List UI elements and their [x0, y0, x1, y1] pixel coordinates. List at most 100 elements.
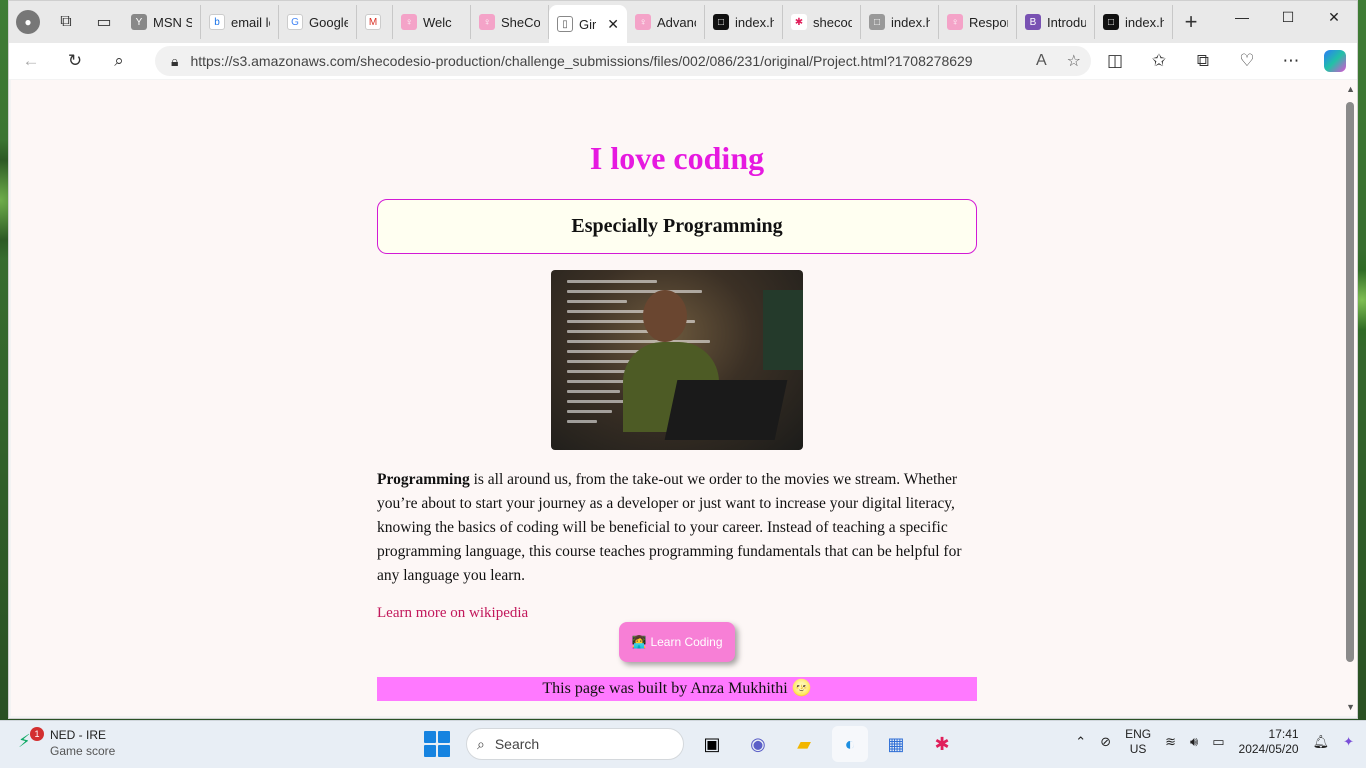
profile-icon: ● [16, 10, 40, 34]
learn-coding-button[interactable]: 👩‍💻 Learn Coding [619, 622, 735, 662]
tab-bootstrap[interactable]: B Introduc [1017, 5, 1095, 39]
scroll-thumb[interactable] [1346, 102, 1354, 662]
tab-label: email lo [231, 14, 270, 30]
tab-actions-button[interactable]: ▭ [85, 1, 123, 43]
language-indicator[interactable]: ENG US [1125, 727, 1151, 757]
task-view-icon: ▣ [703, 733, 721, 754]
close-window-button[interactable]: ✕ [1311, 1, 1357, 33]
tab-label: Introduc [1047, 14, 1086, 30]
workspaces-icon: ⧉ [60, 13, 72, 30]
tab-index-1[interactable]: □ index.ht [705, 5, 783, 39]
maximize-button[interactable]: ☐ [1265, 1, 1311, 33]
tab-label: Advance [657, 14, 696, 30]
workspaces-button[interactable]: ⧉ [47, 1, 85, 43]
start-button[interactable] [424, 731, 450, 757]
more-menu-button[interactable]: ⋯ [1269, 43, 1313, 79]
subtitle-box: Especially Programming [377, 199, 977, 254]
address-bar[interactable]: 🔒︎ https://s3.amazonaws.com/shecodesio-p… [155, 46, 1091, 76]
copilot-taskbar-icon[interactable]: ✦ [1343, 734, 1354, 750]
wikipedia-link[interactable]: Learn more on wikipedia [377, 605, 528, 622]
chat-icon: ◉ [750, 733, 766, 754]
task-view-button[interactable]: ▣ [694, 726, 730, 762]
tab-index-2[interactable]: □ index.ht [861, 5, 939, 39]
tab-label: SheCod [501, 14, 540, 30]
scroll-down-icon[interactable]: ▼ [1346, 702, 1355, 712]
read-aloud-icon[interactable]: A [1036, 52, 1047, 70]
tab-label: Respons [969, 14, 1008, 30]
cricket-score-icon: ⚡ 1 [18, 727, 44, 755]
tab-shecodes[interactable]: ♀ SheCod [471, 5, 549, 39]
tab-welcome[interactable]: ♀ Welc [393, 5, 471, 39]
no-location-icon[interactable]: ⊘ [1100, 734, 1111, 750]
volume-icon[interactable]: 🔊︎ [1190, 734, 1198, 750]
lang-code: ENG [1125, 727, 1152, 741]
search-icon: ⌕ [477, 735, 485, 752]
shecodes-icon: ♀ [479, 14, 495, 30]
tab-google[interactable]: G Google [279, 5, 357, 39]
person-head [643, 290, 687, 342]
taskbar: ⚡ 1 NED - IRE Game score ⌕ Search ▣ ◉ ▰ … [0, 720, 1366, 768]
copilot-icon[interactable] [1324, 50, 1346, 72]
edge-button[interactable]: ◐ [832, 726, 868, 762]
tab-slack[interactable]: ✱ shecode [783, 5, 861, 39]
slack-button[interactable]: ✱ [924, 726, 960, 762]
browser-toolbar: ← ↻ ⌕ 🔒︎ https://s3.amazonaws.com/shecod… [9, 43, 1357, 79]
weather-widget[interactable]: ⚡ 1 NED - IRE Game score [18, 727, 115, 759]
store-button[interactable]: ▦ [878, 726, 914, 762]
window-controls: — ☐ ✕ [1219, 1, 1357, 33]
refresh-button[interactable]: ↻ [53, 43, 97, 79]
notification-badge: 1 [30, 727, 44, 741]
vertical-scrollbar[interactable]: ▲ ▼ [1343, 80, 1357, 716]
collections-button[interactable]: ⧉ [1181, 43, 1225, 79]
page-viewport: I love coding Especially Programming Pro… [11, 80, 1357, 716]
tab-label: index.ht [735, 14, 774, 30]
tab-label: Welc [423, 14, 452, 30]
taskbar-search[interactable]: ⌕ Search [466, 728, 684, 760]
tab-index-3[interactable]: □ index.ht [1095, 5, 1173, 39]
close-tab-icon[interactable]: ✕ [607, 16, 619, 33]
scroll-up-icon[interactable]: ▲ [1346, 84, 1355, 94]
clock-time: 17:41 [1268, 727, 1299, 741]
notifications-bell-icon[interactable]: 🔔︎ [1313, 734, 1330, 750]
search-icon: ⌕ [114, 51, 124, 70]
folder-icon: ▰ [797, 733, 811, 754]
battery-icon[interactable]: ▭ [1212, 734, 1224, 750]
search-button[interactable]: ⌕ [97, 43, 141, 79]
tab-list: Y MSN Sc b email lo G Google M ♀ Welc ♀ … [123, 1, 1173, 43]
tab-msn[interactable]: Y MSN Sc [123, 5, 201, 39]
browser-window: ● ⧉ ▭ Y MSN Sc b email lo G Google M [8, 0, 1358, 719]
tab-label: shecode [813, 14, 852, 30]
chevron-up-icon[interactable]: ⌃ [1075, 734, 1086, 750]
clock[interactable]: 17:41 2024/05/20 [1239, 727, 1299, 757]
laptop [664, 380, 788, 440]
tab-responsive[interactable]: ♀ Respons [939, 5, 1017, 39]
favorite-star-icon[interactable]: ☆ [1067, 51, 1081, 71]
msn-icon: Y [131, 14, 147, 30]
file-explorer-button[interactable]: ▰ [786, 726, 822, 762]
programming-bold: Programming [377, 471, 470, 488]
browser-essentials-button[interactable]: ♡ [1225, 43, 1269, 79]
back-button[interactable]: ← [9, 43, 53, 79]
tab-advanced[interactable]: ♀ Advance [627, 5, 705, 39]
tab-actions-icon: ▭ [96, 14, 112, 31]
split-screen-button[interactable]: ◫ [1093, 43, 1137, 79]
favorites-button[interactable]: ✩ [1137, 43, 1181, 79]
refresh-icon: ↻ [67, 51, 83, 70]
teams-button[interactable]: ◉ [740, 726, 776, 762]
tab-strip: ● ⧉ ▭ Y MSN Sc b email lo G Google M [9, 1, 1357, 43]
coding-woman-image [551, 270, 803, 450]
minimize-button[interactable]: — [1219, 1, 1265, 33]
plus-icon: + [1184, 9, 1198, 34]
profile-button[interactable]: ● [9, 1, 47, 43]
button-container: 👩‍💻 Learn Coding [377, 622, 977, 674]
tab-label: MSN Sc [153, 14, 192, 30]
tab-active-project[interactable]: ▯ Gir ✕ [549, 5, 627, 43]
coder-emoji-icon: 👩‍💻 [631, 635, 647, 649]
tab-gmail[interactable]: M [357, 5, 393, 39]
page-content: I love coding Especially Programming Pro… [377, 80, 977, 701]
wifi-icon[interactable]: ≋ [1165, 734, 1176, 750]
widget-subtitle: Game score [50, 744, 116, 758]
heart-pulse-icon: ♡ [1239, 51, 1255, 70]
new-tab-button[interactable]: + [1173, 5, 1209, 39]
tab-email[interactable]: b email lo [201, 5, 279, 39]
